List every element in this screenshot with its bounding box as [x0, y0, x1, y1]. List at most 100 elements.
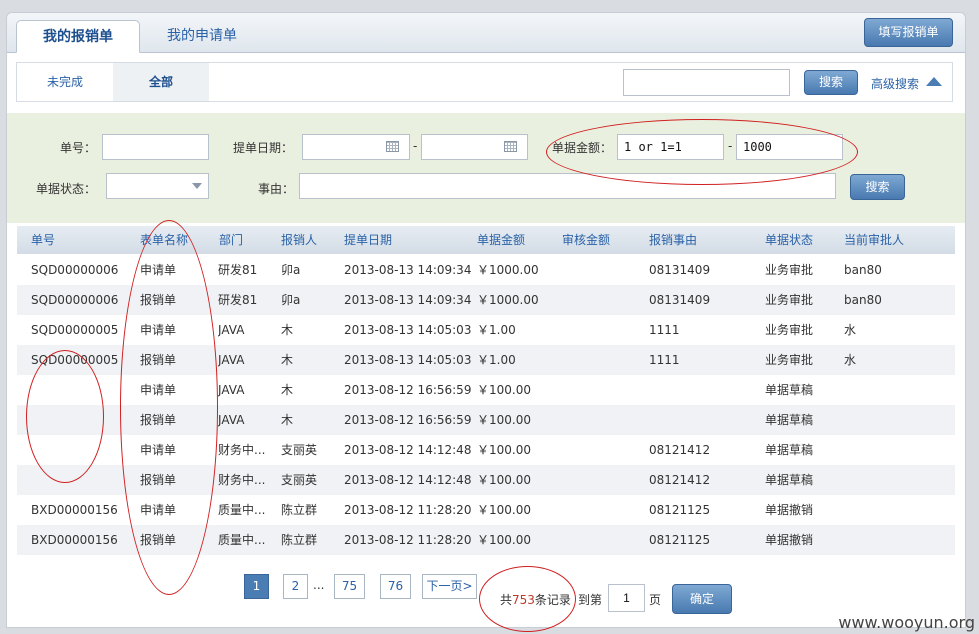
- table-cell: ￥100.00: [477, 443, 531, 457]
- chevron-up-icon[interactable]: [926, 77, 942, 86]
- table-cell: ￥1.00: [477, 353, 516, 367]
- col-header[interactable]: 报销事由: [649, 226, 697, 254]
- col-header[interactable]: 单号: [31, 226, 55, 254]
- goto-suffix: 页: [649, 593, 662, 607]
- table-cell: 08131409: [649, 293, 711, 307]
- order-no-input[interactable]: [102, 134, 209, 160]
- table-row[interactable]: SQD00000005 报销单 JAVA 木 2013-08-13 14:05:03 ￥1…: [17, 345, 955, 375]
- page-button[interactable]: 1: [244, 574, 269, 599]
- amount-dash: -: [728, 139, 733, 153]
- table-row[interactable]: 申请单 财务中... 支丽英 2013-08-12 14:12:48 ￥100.00 08…: [17, 435, 955, 465]
- col-header[interactable]: 单据金额: [477, 226, 525, 254]
- submit-date-label: 提单日期：: [233, 141, 294, 155]
- status-label: 单据状态：: [36, 182, 97, 196]
- subtab-incomplete[interactable]: 未完成: [17, 63, 113, 101]
- col-header[interactable]: 部门: [219, 226, 243, 254]
- table-cell: 研发81: [218, 263, 258, 277]
- table-row[interactable]: 报销单 财务中... 支丽英 2013-08-12 14:12:48 ￥100.00 08…: [17, 465, 955, 495]
- table-cell: 业务审批: [765, 353, 814, 367]
- table-cell: 水: [844, 323, 857, 337]
- table-cell: 单据撤销: [765, 533, 814, 547]
- table-cell: 2013-08-12 11:28:20: [344, 503, 472, 517]
- page-button[interactable]: 2: [283, 574, 308, 599]
- table-row[interactable]: 报销单 JAVA 木 2013-08-12 16:56:59 ￥100.00 单据草稿: [17, 405, 955, 435]
- table-cell: ban80: [844, 293, 882, 307]
- table-cell: 财务中...: [218, 473, 266, 487]
- amount-from-input[interactable]: 1 or 1=1: [617, 134, 724, 160]
- total-count: 753: [512, 593, 535, 607]
- table-row[interactable]: BXD00000156 报销单 质量中... 陈立群 2013-08-12 11:28:…: [17, 525, 955, 555]
- table-cell: SQD00000005: [31, 323, 119, 337]
- col-header[interactable]: 单据状态: [765, 226, 813, 254]
- search-button[interactable]: 搜索: [804, 70, 858, 95]
- table-cell: 木: [281, 413, 294, 427]
- table-cell: ban80: [844, 263, 882, 277]
- table-header: 单号 表单名称 部门 报销人 提单日期 单据金额 审核金额 报销事由 单据状态 …: [17, 226, 955, 254]
- table-row[interactable]: BXD00000156 申请单 质量中... 陈立群 2013-08-12 11:28:…: [17, 495, 955, 525]
- next-page-button[interactable]: 下一页>: [422, 574, 477, 599]
- col-header[interactable]: 表单名称: [140, 226, 188, 254]
- search-input[interactable]: [623, 69, 790, 96]
- table-cell: SQD00000006: [31, 263, 119, 277]
- table-cell: 08121412: [649, 443, 711, 457]
- calendar-icon[interactable]: [504, 141, 517, 152]
- table-cell: 业务审批: [765, 263, 814, 277]
- amount-label: 单据金额：: [552, 141, 613, 155]
- calendar-icon[interactable]: [386, 141, 399, 152]
- col-header[interactable]: 提单日期: [344, 226, 392, 254]
- col-header[interactable]: 审核金额: [562, 226, 610, 254]
- table-cell: 报销单: [140, 413, 177, 427]
- table-cell: 报销单: [140, 473, 177, 487]
- table-row[interactable]: 申请单 JAVA 木 2013-08-12 16:56:59 ￥100.00 单据草稿: [17, 375, 955, 405]
- tab-my-reimbursements[interactable]: 我的报销单: [16, 20, 140, 53]
- total-prefix: 共: [500, 593, 513, 607]
- goto-page-input[interactable]: 1: [608, 584, 645, 612]
- chevron-down-icon[interactable]: [192, 183, 202, 189]
- table-row[interactable]: SQD00000005 申请单 JAVA 木 2013-08-13 14:05:03 ￥1…: [17, 315, 955, 345]
- col-header[interactable]: 报销人: [281, 226, 317, 254]
- table-cell: JAVA: [218, 413, 245, 427]
- table-cell: 质量中...: [218, 503, 266, 517]
- amount-to-input[interactable]: 1000: [736, 134, 843, 160]
- table-cell: ￥1000.00: [477, 263, 539, 277]
- table-cell: 支丽英: [281, 473, 318, 487]
- page-button[interactable]: 76: [380, 574, 411, 599]
- table-cell: 1111: [649, 323, 680, 337]
- table-cell: 2013-08-13 14:09:34: [344, 293, 472, 307]
- total-records: 共753条记录: [500, 591, 571, 608]
- table-cell: 单据草稿: [765, 443, 814, 457]
- table-cell: 08121125: [649, 503, 711, 517]
- table-cell: 单据草稿: [765, 383, 814, 397]
- tab-my-applications[interactable]: 我的申请单: [147, 20, 257, 53]
- table-cell: 1111: [649, 353, 680, 367]
- goto-confirm-button[interactable]: 确定: [672, 584, 732, 614]
- table-cell: 单据草稿: [765, 473, 814, 487]
- advanced-search-link[interactable]: 高级搜索: [871, 75, 919, 92]
- table-cell: ￥100.00: [477, 383, 531, 397]
- table-cell: 业务审批: [765, 293, 814, 307]
- table-cell: 报销单: [140, 353, 177, 367]
- fill-reimbursement-button[interactable]: 填写报销单: [864, 18, 953, 47]
- table-cell: 质量中...: [218, 533, 266, 547]
- table-cell: ￥100.00: [477, 533, 531, 547]
- table-cell: 木: [281, 383, 294, 397]
- date-dash: -: [413, 139, 418, 153]
- table-cell: 单据撤销: [765, 503, 814, 517]
- pager-ellipsis: ...: [313, 578, 325, 592]
- order-no-label: 单号：: [60, 141, 97, 155]
- reason-input[interactable]: [299, 173, 836, 199]
- table-row[interactable]: SQD00000006 申请单 研发81 卯a 2013-08-13 14:09:34 ￥…: [17, 255, 955, 285]
- table-cell: ￥100.00: [477, 473, 531, 487]
- page-button[interactable]: 75: [334, 574, 365, 599]
- subtab-all[interactable]: 全部: [113, 63, 209, 101]
- table-cell: ￥1.00: [477, 323, 516, 337]
- table-cell: 2013-08-13 14:05:03: [344, 353, 472, 367]
- table-row[interactable]: SQD00000006 报销单 研发81 卯a 2013-08-13 14:09:34 ￥…: [17, 285, 955, 315]
- filter-search-button[interactable]: 搜索: [850, 174, 905, 200]
- col-header[interactable]: 当前审批人: [844, 226, 904, 254]
- table-cell: 木: [281, 323, 294, 337]
- table-cell: 2013-08-12 14:12:48: [344, 443, 472, 457]
- table-cell: 2013-08-12 16:56:59: [344, 383, 472, 397]
- table-cell: 2013-08-12 14:12:48: [344, 473, 472, 487]
- goto-prefix: 到第: [578, 593, 603, 607]
